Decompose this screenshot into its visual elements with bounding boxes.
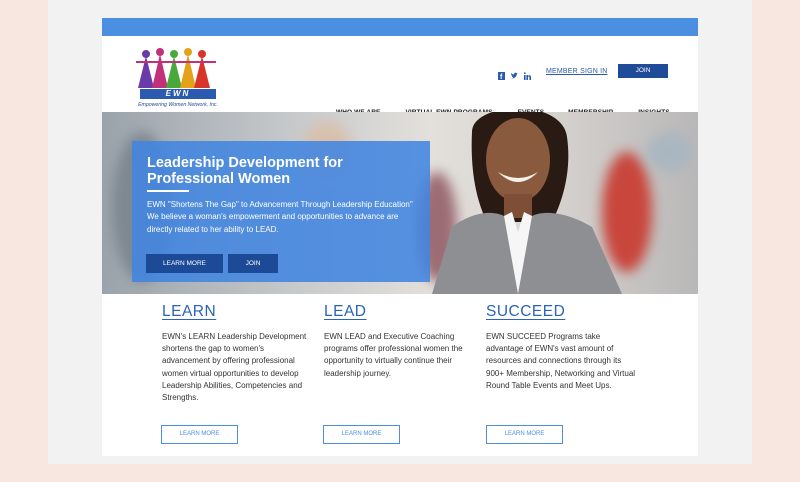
linkedin-icon[interactable] [523,67,531,80]
learn-column: LEARN EWN's LEARN Leadership Development… [162,303,312,404]
succeed-description: EWN SUCCEED Programs take advantage of E… [486,332,636,390]
logo-figures-icon [136,48,216,88]
twitter-icon[interactable] [511,67,518,79]
hero-title-underline [147,190,189,192]
learn-description: EWN's LEARN Leadership Development short… [162,332,307,403]
logo-brand: EWN [140,89,216,99]
facebook-icon[interactable]: f [498,67,505,81]
succeed-heading[interactable]: SUCCEED [486,303,636,321]
lead-learn-more-button[interactable]: LEARN MORE [323,425,400,444]
lead-description: EWN LEAD and Executive Coaching programs… [324,332,463,378]
ewn-logo[interactable]: EWN Empowering Women Network, Inc. [132,48,224,114]
succeed-column: SUCCEED EWN SUCCEED Programs take advant… [486,303,636,392]
logo-tagline: Empowering Women Network, Inc. [138,102,218,108]
social-links: f [498,67,531,81]
succeed-learn-more-button[interactable]: LEARN MORE [486,425,563,444]
hero-description: EWN "Shortens The Gap" to Advancement Th… [147,200,413,234]
learn-heading[interactable]: LEARN [162,303,312,321]
hero-title: Leadership Development for Professional … [147,155,343,187]
hero-join-button[interactable]: JOIN [228,254,278,273]
top-bar [102,18,698,36]
join-button[interactable]: JOIN [618,64,668,78]
hero-overlay-box: Leadership Development for Professional … [132,141,430,282]
hero-banner: Leadership Development for Professional … [102,112,698,294]
lead-heading[interactable]: LEAD [324,303,474,321]
hero-learn-more-button[interactable]: LEARN MORE [146,254,223,273]
woman-photo [432,112,622,294]
website: EWN Empowering Women Network, Inc. f MEM… [102,18,698,456]
learn-more-button[interactable]: LEARN MORE [161,425,238,444]
member-sign-in-link[interactable]: MEMBER SIGN IN [546,68,608,75]
lead-column: LEAD EWN LEAD and Executive Coaching pro… [324,303,474,380]
hero-bg-figure [647,132,692,172]
